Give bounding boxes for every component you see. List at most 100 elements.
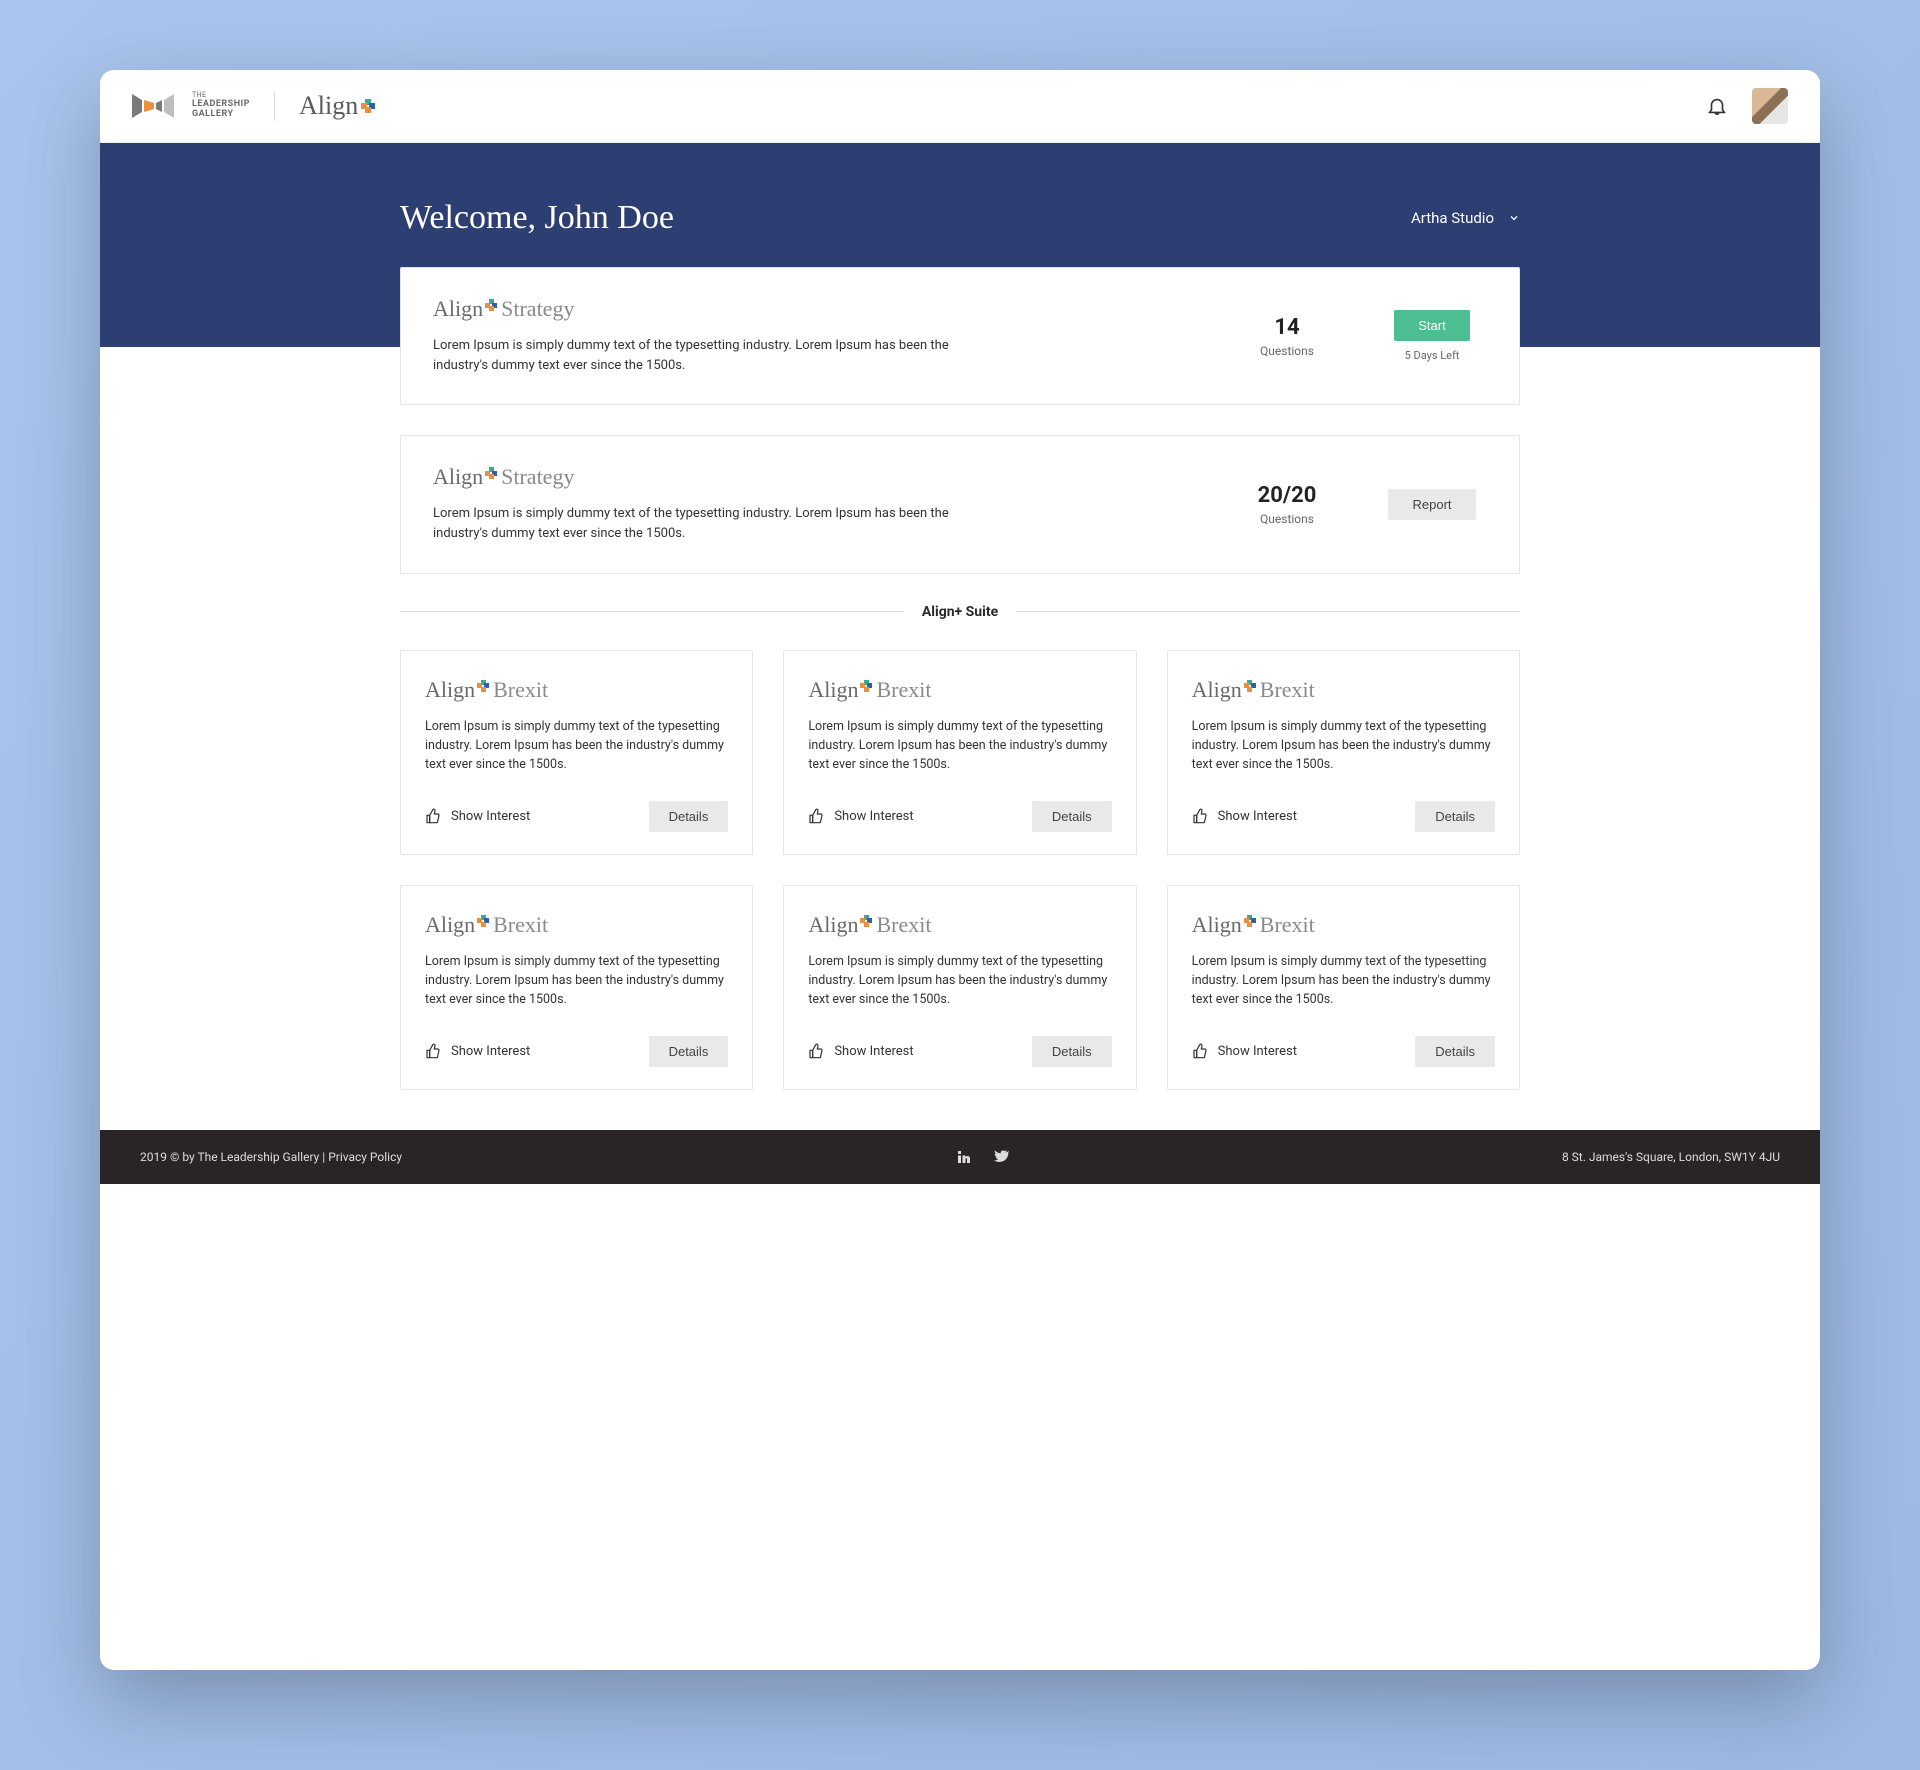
tlg-logo-icon [132, 92, 184, 120]
logo-group: THE LEADERSHIP GALLERY Align [132, 91, 375, 121]
suite-heading-row: Align+ Suite [400, 604, 1520, 620]
suite-tile-title: Align Brexit [1192, 677, 1495, 703]
studio-label: Artha Studio [1411, 209, 1494, 227]
suite-title-suffix: Brexit [876, 677, 931, 703]
suite-tile-title: Align Brexit [808, 912, 1111, 938]
activity-title: Align Strategy [433, 464, 1197, 490]
divider-line [400, 611, 904, 612]
suite-title-suffix: Brexit [1260, 912, 1315, 938]
suite-tile-desc: Lorem Ipsum is simply dummy text of the … [808, 952, 1111, 1010]
plus-icon [477, 915, 489, 927]
show-interest-button[interactable]: Show Interest [425, 1043, 530, 1059]
divider-line [1016, 611, 1520, 612]
report-button[interactable]: Report [1388, 489, 1475, 520]
details-button[interactable]: Details [1415, 1036, 1495, 1067]
show-interest-button[interactable]: Show Interest [808, 808, 913, 824]
show-interest-label: Show Interest [1218, 1044, 1297, 1059]
suite-tile: Align Brexit Lorem Ipsum is simply dummy… [400, 885, 753, 1090]
footer-address: 8 St. James's Square, London, SW1Y 4JU [1562, 1150, 1780, 1164]
header: THE LEADERSHIP GALLERY Align [100, 70, 1820, 143]
details-button[interactable]: Details [1032, 801, 1112, 832]
user-avatar[interactable] [1752, 88, 1788, 124]
show-interest-label: Show Interest [451, 809, 530, 824]
thumbs-up-icon [425, 1043, 441, 1059]
activity-stats: 20/20 Questions [1227, 483, 1347, 526]
suite-tile-title: Align Brexit [1192, 912, 1495, 938]
plus-icon [1244, 915, 1256, 927]
twitter-icon[interactable] [991, 1148, 1009, 1166]
activity-description: Lorem Ipsum is simply dummy text of the … [433, 504, 993, 544]
activity-card: Align Strategy Lorem Ipsum is simply dum… [400, 267, 1520, 405]
thumbs-up-icon [1192, 1043, 1208, 1059]
suite-title-prefix: Align [1192, 677, 1242, 703]
suite-tile-desc: Lorem Ipsum is simply dummy text of the … [1192, 717, 1495, 775]
activity-count: 14 [1227, 315, 1347, 340]
activity-count: 20/20 [1227, 483, 1347, 508]
show-interest-button[interactable]: Show Interest [1192, 1043, 1297, 1059]
plus-icon [361, 99, 375, 113]
suite-tile: Align Brexit Lorem Ipsum is simply dummy… [1167, 650, 1520, 855]
suite-tile-title: Align Brexit [425, 912, 728, 938]
thumbs-up-icon [425, 808, 441, 824]
activity-description: Lorem Ipsum is simply dummy text of the … [433, 336, 993, 376]
suite-tile-desc: Lorem Ipsum is simply dummy text of the … [425, 952, 728, 1010]
studio-selector[interactable]: Artha Studio [1411, 209, 1520, 227]
suite-title-suffix: Brexit [493, 912, 548, 938]
suite-title-prefix: Align [425, 912, 475, 938]
notifications-icon[interactable] [1706, 95, 1728, 117]
activity-title-suffix: Strategy [501, 296, 574, 322]
days-left-label: 5 Days Left [1377, 349, 1487, 362]
tlg-logo[interactable]: THE LEADERSHIP GALLERY [132, 92, 250, 120]
privacy-link[interactable]: Privacy Policy [328, 1150, 402, 1164]
thumbs-up-icon [1192, 808, 1208, 824]
details-button[interactable]: Details [1415, 801, 1495, 832]
show-interest-label: Show Interest [834, 1044, 913, 1059]
suite-tile-desc: Lorem Ipsum is simply dummy text of the … [425, 717, 728, 775]
suite-title-prefix: Align [1192, 912, 1242, 938]
suite-title-prefix: Align [425, 677, 475, 703]
show-interest-label: Show Interest [1218, 809, 1297, 824]
suite-title-prefix: Align [808, 677, 858, 703]
plus-icon [860, 915, 872, 927]
footer: 2019 © by The Leadership Gallery | Priva… [100, 1130, 1820, 1184]
suite-title-suffix: Brexit [493, 677, 548, 703]
footer-social [402, 1148, 1562, 1166]
header-divider [274, 91, 275, 121]
suite-title-suffix: Brexit [1260, 677, 1315, 703]
main-content: Align Strategy Lorem Ipsum is simply dum… [360, 267, 1560, 1130]
suite-title-prefix: Align [808, 912, 858, 938]
suite-tile: Align Brexit Lorem Ipsum is simply dummy… [783, 885, 1136, 1090]
activity-title-prefix: Align [433, 296, 483, 322]
copyright-text: 2019 © by The Leadership Gallery [140, 1150, 319, 1164]
align-logo-text: Align [299, 91, 358, 121]
activity-count-label: Questions [1227, 344, 1347, 358]
show-interest-label: Show Interest [834, 809, 913, 824]
align-logo[interactable]: Align [299, 91, 375, 121]
linkedin-icon[interactable] [955, 1148, 973, 1166]
footer-sep: | [319, 1150, 328, 1164]
show-interest-button[interactable]: Show Interest [425, 808, 530, 824]
start-button[interactable]: Start [1394, 310, 1469, 341]
tlg-line3: GALLERY [192, 110, 250, 120]
show-interest-button[interactable]: Show Interest [1192, 808, 1297, 824]
show-interest-button[interactable]: Show Interest [808, 1043, 913, 1059]
tlg-logo-text: THE LEADERSHIP GALLERY [192, 92, 250, 119]
suite-tile-title: Align Brexit [808, 677, 1111, 703]
show-interest-label: Show Interest [451, 1044, 530, 1059]
suite-grid: Align Brexit Lorem Ipsum is simply dummy… [400, 650, 1520, 1090]
activity-count-label: Questions [1227, 512, 1347, 526]
app-window: THE LEADERSHIP GALLERY Align [100, 70, 1820, 1670]
details-button[interactable]: Details [649, 801, 729, 832]
thumbs-up-icon [808, 808, 824, 824]
suite-tile: Align Brexit Lorem Ipsum is simply dummy… [400, 650, 753, 855]
welcome-heading: Welcome, John Doe [400, 199, 674, 237]
plus-icon [485, 299, 497, 311]
plus-icon [485, 467, 497, 479]
plus-icon [860, 680, 872, 692]
activity-card: Align Strategy Lorem Ipsum is simply dum… [400, 435, 1520, 573]
details-button[interactable]: Details [649, 1036, 729, 1067]
suite-title: Align+ Suite [922, 604, 998, 620]
details-button[interactable]: Details [1032, 1036, 1112, 1067]
suite-tile: Align Brexit Lorem Ipsum is simply dummy… [1167, 885, 1520, 1090]
suite-tile-title: Align Brexit [425, 677, 728, 703]
